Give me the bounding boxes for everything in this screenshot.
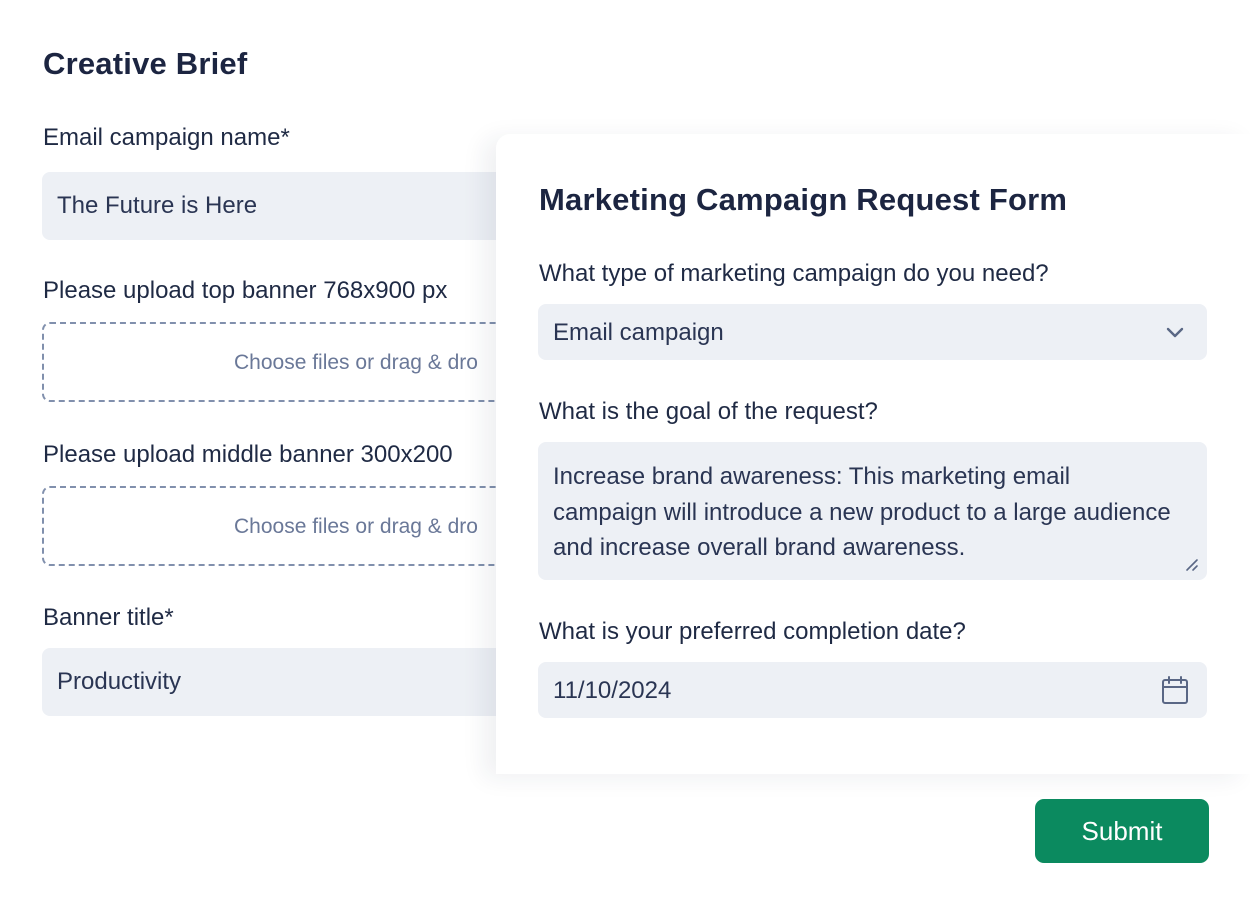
resize-handle-icon[interactable] <box>1183 556 1199 572</box>
request-form-title: Marketing Campaign Request Form <box>539 182 1068 217</box>
middle-banner-label: Please upload middle banner 300x200 <box>43 441 453 468</box>
submit-button[interactable]: Submit <box>1035 799 1209 863</box>
campaign-name-value: The Future is Here <box>57 192 258 219</box>
creative-brief-title: Creative Brief <box>43 46 248 81</box>
top-banner-label: Please upload top banner 768x900 px <box>43 277 448 304</box>
campaign-name-label: Email campaign name* <box>43 124 290 151</box>
campaign-request-card: Marketing Campaign Request Form What typ… <box>496 134 1250 774</box>
campaign-type-select[interactable]: Email campaign <box>538 304 1207 360</box>
goal-textarea[interactable]: Increase brand awareness: This marketing… <box>538 442 1207 580</box>
campaign-type-label: What type of marketing campaign do you n… <box>539 260 1049 287</box>
chevron-down-icon <box>1166 327 1184 338</box>
completion-date-value: 11/10/2024 <box>553 677 672 704</box>
middle-banner-placeholder: Choose files or drag & dro <box>234 515 478 538</box>
banner-title-input[interactable]: Productivity <box>42 648 562 716</box>
calendar-icon[interactable] <box>1161 675 1189 705</box>
campaign-type-value: Email campaign <box>553 319 724 346</box>
completion-date-input[interactable]: 11/10/2024 <box>538 662 1207 718</box>
middle-banner-dropzone[interactable]: Choose files or drag & dro <box>42 486 562 566</box>
campaign-name-input[interactable]: The Future is Here <box>42 172 562 240</box>
top-banner-dropzone[interactable]: Choose files or drag & dro <box>42 322 562 402</box>
completion-date-label: What is your preferred completion date? <box>539 618 966 645</box>
top-banner-placeholder: Choose files or drag & dro <box>234 351 478 374</box>
goal-value: Increase brand awareness: This marketing… <box>553 463 1171 561</box>
banner-title-value: Productivity <box>57 668 182 695</box>
banner-title-label: Banner title* <box>43 604 174 631</box>
goal-label: What is the goal of the request? <box>539 398 878 425</box>
